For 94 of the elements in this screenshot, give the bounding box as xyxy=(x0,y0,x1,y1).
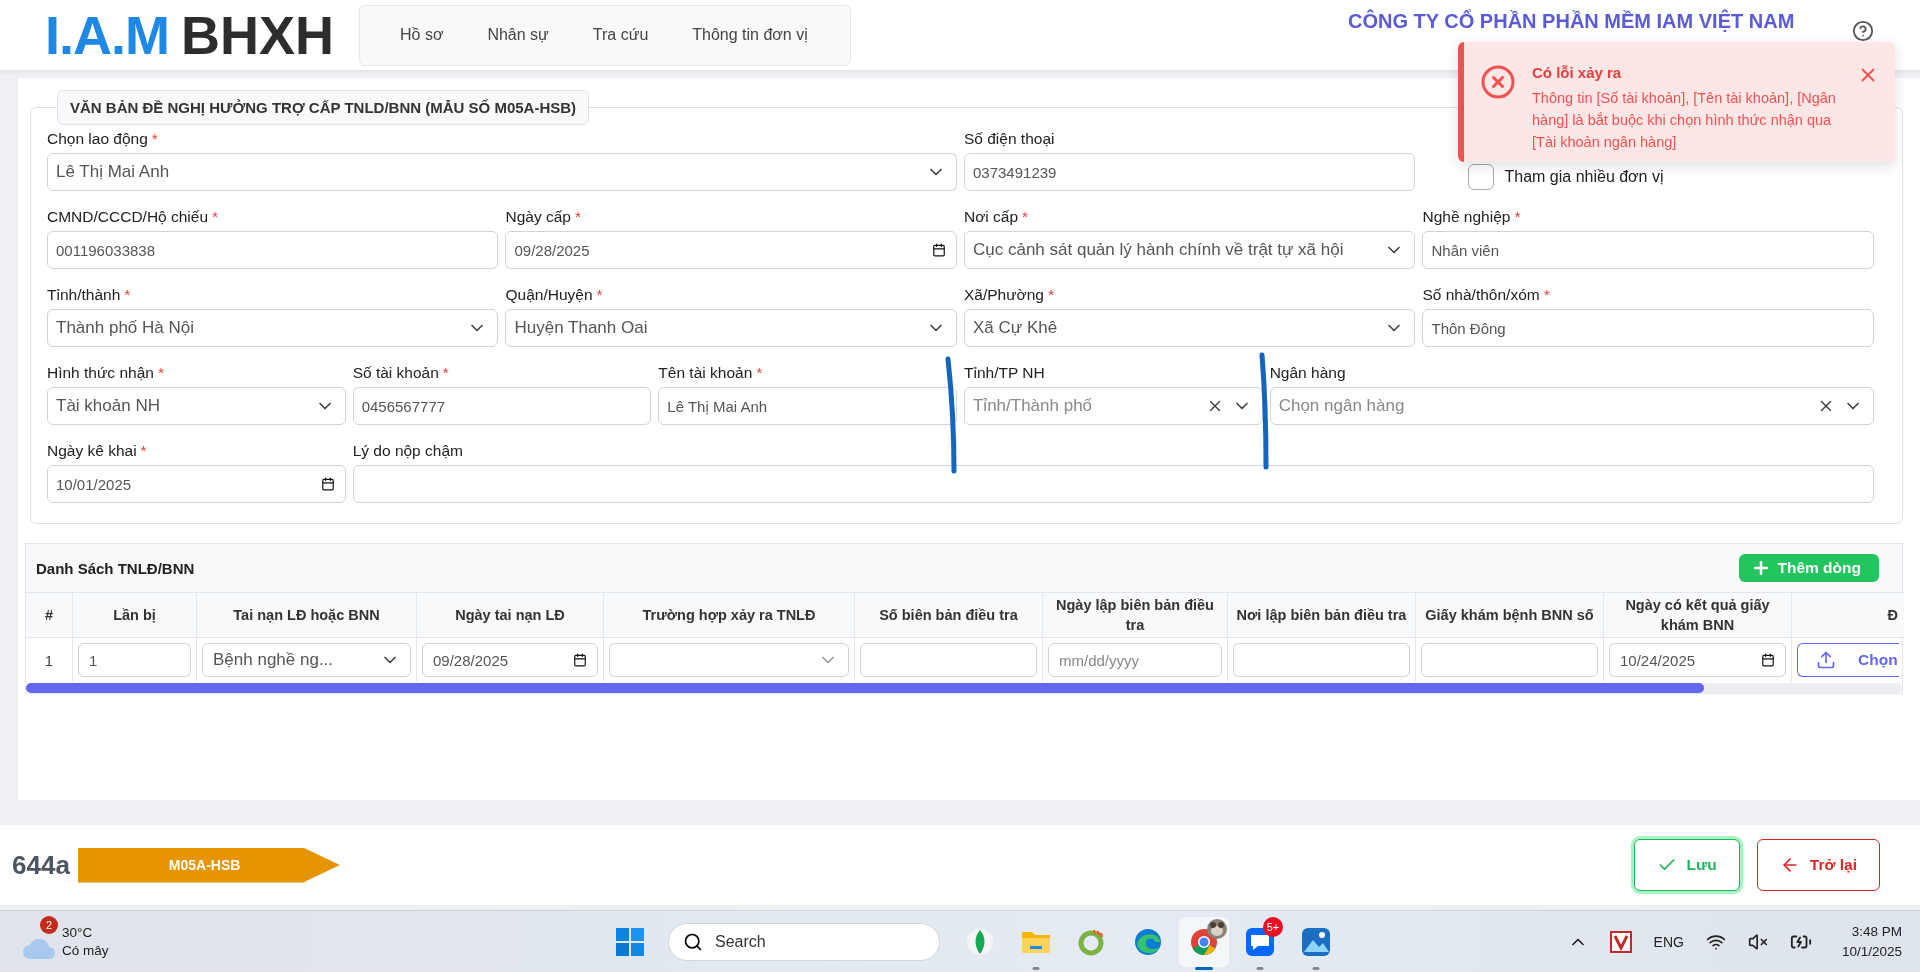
volume-muted-icon[interactable] xyxy=(1747,931,1768,952)
field-label: Lý do nộp chậm xyxy=(352,441,464,461)
select-field[interactable]: Lê Thị Mai Anh xyxy=(47,153,957,191)
language-indicator[interactable]: ENG xyxy=(1653,933,1684,950)
calendar-icon[interactable] xyxy=(573,653,587,667)
field-label: Ngày kê khai * xyxy=(47,441,148,461)
column-header: Ngày có kết quả giấy khám BNN xyxy=(1603,592,1791,637)
photos-icon xyxy=(1301,926,1331,957)
field-label: Chọn lao động * xyxy=(47,129,159,149)
field-label: Quận/Huyện * xyxy=(505,285,604,305)
app-icon[interactable] xyxy=(1609,930,1632,953)
column-header: Tai nạn LĐ hoặc BNN xyxy=(196,592,416,637)
date-field[interactable]: 10/01/2025 xyxy=(47,465,346,503)
field-label: Nơi cấp * xyxy=(964,207,1030,227)
form-title: VĂN BẢN ĐỀ NGHỊ HƯỞNG TRỢ CẤP TNLD/BNN (MẪU SỐ M05A-HSB) xyxy=(57,90,590,125)
select-field[interactable]: Tỉnh/Thành phố xyxy=(964,387,1263,425)
checkbox-label: Tham gia nhiều đơn vị xyxy=(1504,168,1664,186)
table-title: Danh Sách TNLĐ/BNN xyxy=(36,559,195,577)
clock[interactable]: 3:48 PM 10/1/2025 xyxy=(1841,921,1902,962)
column-header: Đ xyxy=(1791,592,1904,637)
edge-icon xyxy=(1133,926,1163,957)
field-label: Tỉnh/TP NH xyxy=(964,363,1046,383)
input-field[interactable] xyxy=(352,465,1874,503)
error-icon xyxy=(1480,64,1516,100)
company-name: CÔNG TY CỔ PHẦN PHẦN MỀM IAM VIỆT NAM xyxy=(1348,10,1795,33)
nav-link[interactable]: Tra cứu xyxy=(574,18,667,52)
column-header: Số biên bản điều tra xyxy=(854,592,1042,637)
taskbar-search[interactable]: Search xyxy=(668,922,940,961)
select-field[interactable] xyxy=(609,643,849,677)
select-field[interactable]: Xã Cự Khê xyxy=(964,309,1416,347)
table-cell: 1 xyxy=(26,637,72,682)
help-icon[interactable] xyxy=(1852,20,1874,42)
input-field[interactable]: 0373491239 xyxy=(964,153,1416,191)
date-field[interactable]: mm/dd/yyyy xyxy=(1048,643,1222,677)
start-icon[interactable] xyxy=(616,927,644,956)
nav-link[interactable]: Hồ sơ xyxy=(382,18,462,52)
input-field[interactable] xyxy=(860,643,1037,677)
taskbar-app[interactable]: 5+ xyxy=(1235,916,1285,967)
input-field[interactable] xyxy=(1233,643,1410,677)
field-label: Tỉnh/thành * xyxy=(47,285,132,305)
field-label: Số tài khoản * xyxy=(352,363,450,383)
column-header: # xyxy=(26,592,72,637)
select-field[interactable]: Tài khoản NH xyxy=(47,387,346,425)
field-label: Ngày cấp * xyxy=(505,207,582,227)
field-label: Ngân hàng xyxy=(1269,363,1347,383)
field-label: CMND/CCCD/Hộ chiếu * xyxy=(47,207,220,227)
field-label: Nghề nghiệp * xyxy=(1422,207,1522,227)
field-label: Số nhà/thôn/xóm * xyxy=(1422,285,1551,305)
checkbox[interactable] xyxy=(1468,164,1495,190)
toast-message: Thông tin [Số tài khoản], [Tên tài khoản], [Ngân hàng] là bắt buộc khi chọn hình thức nhận qua [Tài khoản ngân hàng] xyxy=(1532,89,1837,152)
select-field[interactable]: Bệnh nghề ng... xyxy=(202,643,411,677)
column-header: Giấy khám bệnh BNN số xyxy=(1415,592,1603,637)
column-header: Nơi lập biên bản điều tra xyxy=(1227,592,1415,637)
form-tag: M05A-HSB xyxy=(77,847,340,883)
field-label: Số điện thoại xyxy=(964,129,1056,149)
column-header: Ngày tai nạn LĐ xyxy=(416,592,603,637)
notification-badge: 2 xyxy=(40,915,58,934)
column-header: Trường hợp xảy ra TNLĐ xyxy=(603,592,854,637)
upload-icon xyxy=(1816,650,1836,670)
leaf-icon xyxy=(967,926,993,957)
back-button[interactable]: Trở lại xyxy=(1756,839,1880,891)
calendar-icon[interactable] xyxy=(932,243,946,257)
input-field[interactable]: 0456567777 xyxy=(352,387,652,425)
input-field[interactable]: Thôn Đông xyxy=(1422,309,1874,347)
nav-link[interactable]: Thông tin đơn vị xyxy=(674,18,826,52)
input-field[interactable]: 001196033838 xyxy=(47,231,499,269)
logo: I.A.M BHXH xyxy=(45,8,334,62)
calendar-icon[interactable] xyxy=(320,477,335,491)
toast-title: Có lỗi xảy ra xyxy=(1532,64,1623,81)
date-field[interactable]: 09/28/2025 xyxy=(505,231,957,269)
calendar-icon[interactable] xyxy=(1761,653,1775,667)
select-field[interactable]: Cục cảnh sát quản lý hành chính về trật tự xã hội xyxy=(964,231,1416,269)
column-header: Ngày lập biên bản điều tra xyxy=(1042,592,1227,637)
input-field[interactable] xyxy=(1421,643,1598,677)
select-field[interactable]: Thành phố Hà Nội xyxy=(47,309,499,347)
date-field[interactable]: 09/28/2025 xyxy=(422,643,598,677)
form-code: 644a xyxy=(12,849,70,881)
select-field[interactable]: Chọn ngân hàng xyxy=(1269,387,1874,425)
weather-condition: Có mây xyxy=(62,941,109,960)
nav-link[interactable]: Nhân sự xyxy=(469,18,567,52)
search-icon xyxy=(683,931,703,952)
field-label: Tên tài khoản * xyxy=(658,363,764,383)
temperature: 30°C xyxy=(62,923,94,942)
column-header: Lần bị xyxy=(72,592,196,637)
field-label: Xã/Phường * xyxy=(964,285,1056,305)
input-field[interactable]: Nhân viên xyxy=(1422,231,1874,269)
select-field[interactable]: Huyện Thanh Oai xyxy=(505,309,957,347)
notification-badge: 5+ xyxy=(1263,916,1283,937)
input-field[interactable]: Lê Thị Mai Anh xyxy=(658,387,957,425)
taskbar-app[interactable] xyxy=(1179,916,1229,967)
field-label: Hình thức nhận * xyxy=(47,363,165,383)
input-field[interactable]: 1 xyxy=(78,643,191,677)
date-field[interactable]: 10/24/2025 xyxy=(1609,643,1786,677)
upload-button[interactable]: Chọn xyxy=(1797,643,1899,677)
